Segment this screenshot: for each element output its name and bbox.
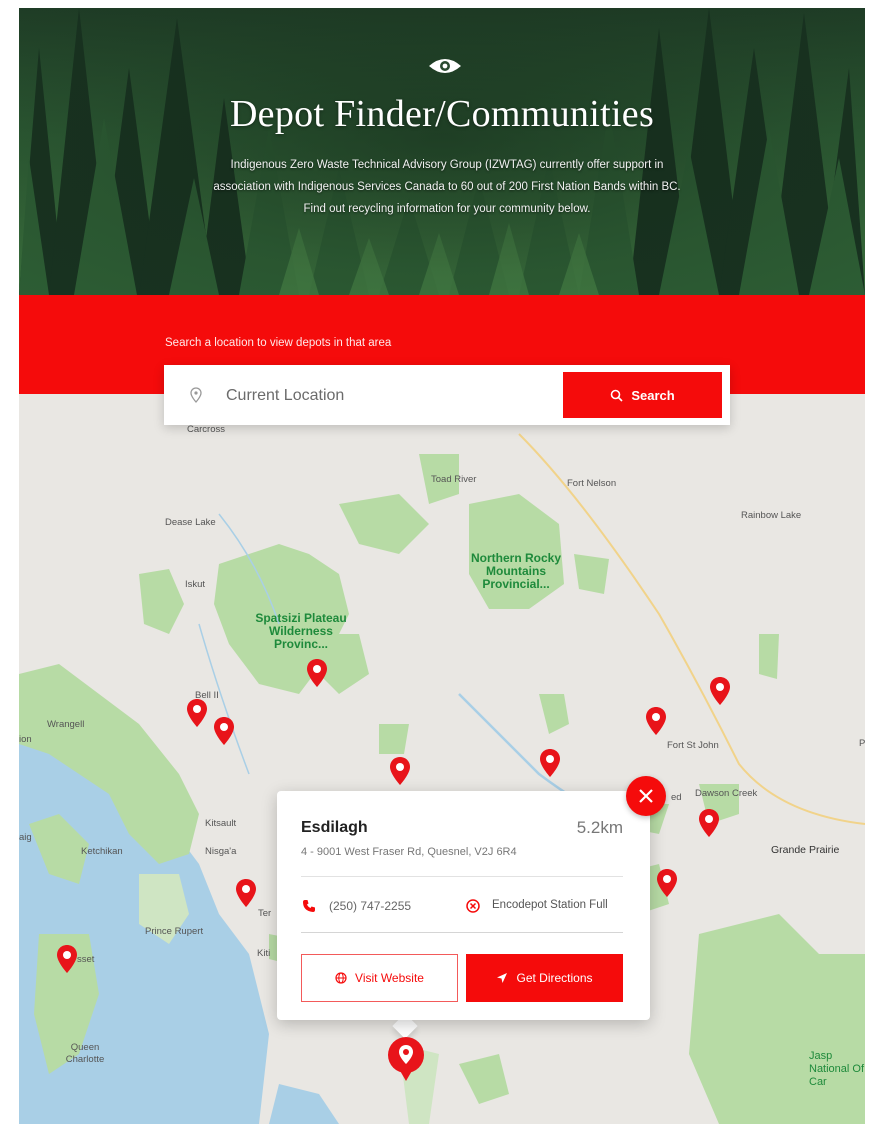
- depot-pin[interactable]: [389, 756, 411, 786]
- place-toad-river: Toad River: [431, 474, 477, 485]
- get-directions-label: Get Directions: [516, 971, 593, 985]
- search-icon: [611, 389, 623, 402]
- place-wrangell: Wrangell: [47, 719, 85, 730]
- depot-pin[interactable]: [186, 698, 208, 728]
- search-button[interactable]: Search: [563, 372, 722, 418]
- place-jasper: Jasp National Of Car: [809, 1050, 865, 1088]
- place-queen-charlotte: Queen Charlotte: [65, 1042, 105, 1065]
- selected-depot-pin[interactable]: [387, 1036, 425, 1082]
- depot-status: Encodepot Station Full: [492, 899, 608, 911]
- get-directions-button[interactable]: Get Directions: [466, 954, 623, 1002]
- depot-pin[interactable]: [656, 868, 678, 898]
- depot-distance: 5.2km: [576, 818, 623, 837]
- depot-pin[interactable]: [698, 808, 720, 838]
- place-ed: ed: [671, 792, 682, 803]
- search-box: Search: [164, 365, 730, 425]
- search-input[interactable]: [224, 382, 548, 410]
- depot-phone[interactable]: (250) 747-2255: [329, 899, 411, 913]
- divider: [301, 876, 623, 877]
- place-prince-rupert: Prince Rupert: [145, 926, 204, 937]
- depot-popup: Esdilagh 5.2km 4 - 9001 West Fraser Rd, …: [277, 791, 650, 1020]
- depot-name: Esdilagh: [301, 819, 368, 836]
- visit-website-label: Visit Website: [355, 971, 424, 985]
- hero-banner: Depot Finder/Communities Indigenous Zero…: [19, 8, 865, 295]
- location-icon: [190, 387, 202, 403]
- place-carcross: Carcross: [187, 424, 226, 435]
- place-masset: sset: [77, 954, 95, 965]
- place-ter: Ter: [258, 908, 272, 919]
- eye-icon: [429, 59, 461, 73]
- place-kiti: Kiti: [257, 948, 271, 959]
- globe-icon: [335, 972, 347, 984]
- park-northern-rocky: Northern Rocky Mountains Provincial...: [470, 551, 562, 591]
- place-aig: aig: [19, 832, 32, 843]
- park-spatsizi: Spatsizi Plateau Wilderness Provinc...: [255, 611, 347, 651]
- place-iskut: Iskut: [185, 579, 206, 590]
- visit-website-button[interactable]: Visit Website: [301, 954, 458, 1002]
- place-rainbow-lake: Rainbow Lake: [741, 510, 802, 521]
- page-frame: Depot Finder/Communities Indigenous Zero…: [19, 8, 865, 1124]
- search-button-label: Search: [631, 387, 675, 403]
- place-dease-lake: Dease Lake: [165, 517, 216, 528]
- depot-pin[interactable]: [56, 944, 78, 974]
- hero-shade: [19, 8, 865, 295]
- place-ketchikan: Ketchikan: [81, 846, 123, 857]
- phone-icon: [303, 900, 315, 912]
- place-grande-prairie: Grande Prairie: [771, 844, 840, 856]
- place-kitsault: Kitsault: [205, 818, 237, 829]
- place-ion: ion: [19, 734, 32, 745]
- hero-description: Indigenous Zero Waste Technical Advisory…: [213, 159, 681, 215]
- navigation-arrow-icon: [497, 973, 508, 983]
- depot-pin[interactable]: [539, 748, 561, 778]
- place-dawson-creek: Dawson Creek: [695, 788, 758, 799]
- close-popup-button[interactable]: [626, 776, 666, 816]
- depot-pin[interactable]: [213, 716, 235, 746]
- divider: [301, 932, 623, 933]
- depot-address: 4 - 9001 West Fraser Rd, Quesnel, V2J 6R…: [301, 846, 517, 858]
- close-icon: [639, 789, 653, 803]
- place-nisgaa: Nisga'a: [205, 846, 237, 857]
- depot-pin[interactable]: [306, 658, 328, 688]
- place-fort-st-john: Fort St John: [667, 740, 719, 751]
- place-p: P: [859, 738, 865, 749]
- page-title: Depot Finder/Communities: [229, 93, 655, 135]
- depot-pin[interactable]: [645, 706, 667, 736]
- place-fort-nelson: Fort Nelson: [567, 478, 617, 489]
- status-full-icon: [466, 899, 480, 913]
- depot-pin[interactable]: [709, 676, 731, 706]
- depot-pin[interactable]: [235, 878, 257, 908]
- search-label: Search a location to view depots in that…: [165, 337, 392, 349]
